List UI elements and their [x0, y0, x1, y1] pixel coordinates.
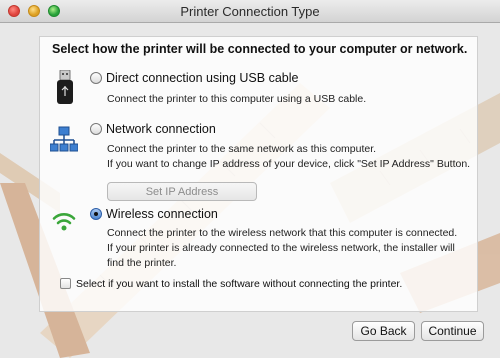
wireless-radio[interactable]	[90, 208, 102, 220]
go-back-button[interactable]: Go Back	[352, 321, 415, 341]
wireless-option[interactable]: Wireless connection	[90, 207, 218, 221]
skip-connection-checkbox-row[interactable]: Select if you want to install the softwa…	[60, 278, 402, 290]
wifi-icon	[52, 213, 76, 231]
usb-option[interactable]: Direct connection using USB cable	[90, 71, 298, 85]
usb-radio[interactable]	[90, 72, 102, 84]
continue-button[interactable]: Continue	[421, 321, 484, 341]
network-icon	[50, 126, 78, 152]
skip-connection-label: Select if you want to install the softwa…	[76, 278, 403, 290]
network-option[interactable]: Network connection	[90, 122, 216, 136]
page-heading: Select how the printer will be connected…	[52, 42, 468, 56]
installer-window: Printer Connection Type Select how the p…	[0, 0, 500, 358]
usb-option-label: Direct connection using USB cable	[106, 71, 299, 85]
wireless-description: Connect the printer to the wireless netw…	[107, 227, 458, 269]
usb-icon	[57, 70, 73, 104]
network-option-label: Network connection	[106, 122, 216, 136]
network-radio[interactable]	[90, 123, 102, 135]
set-ip-address-button[interactable]: Set IP Address	[107, 182, 257, 201]
window-title: Printer Connection Type	[180, 4, 320, 19]
usb-description: Connect the printer to this computer usi…	[107, 93, 367, 105]
network-description: Connect the printer to the same network …	[107, 143, 471, 170]
wireless-option-label: Wireless connection	[106, 207, 218, 221]
skip-connection-checkbox[interactable]	[60, 278, 71, 289]
title-bar: Printer Connection Type	[0, 0, 500, 23]
